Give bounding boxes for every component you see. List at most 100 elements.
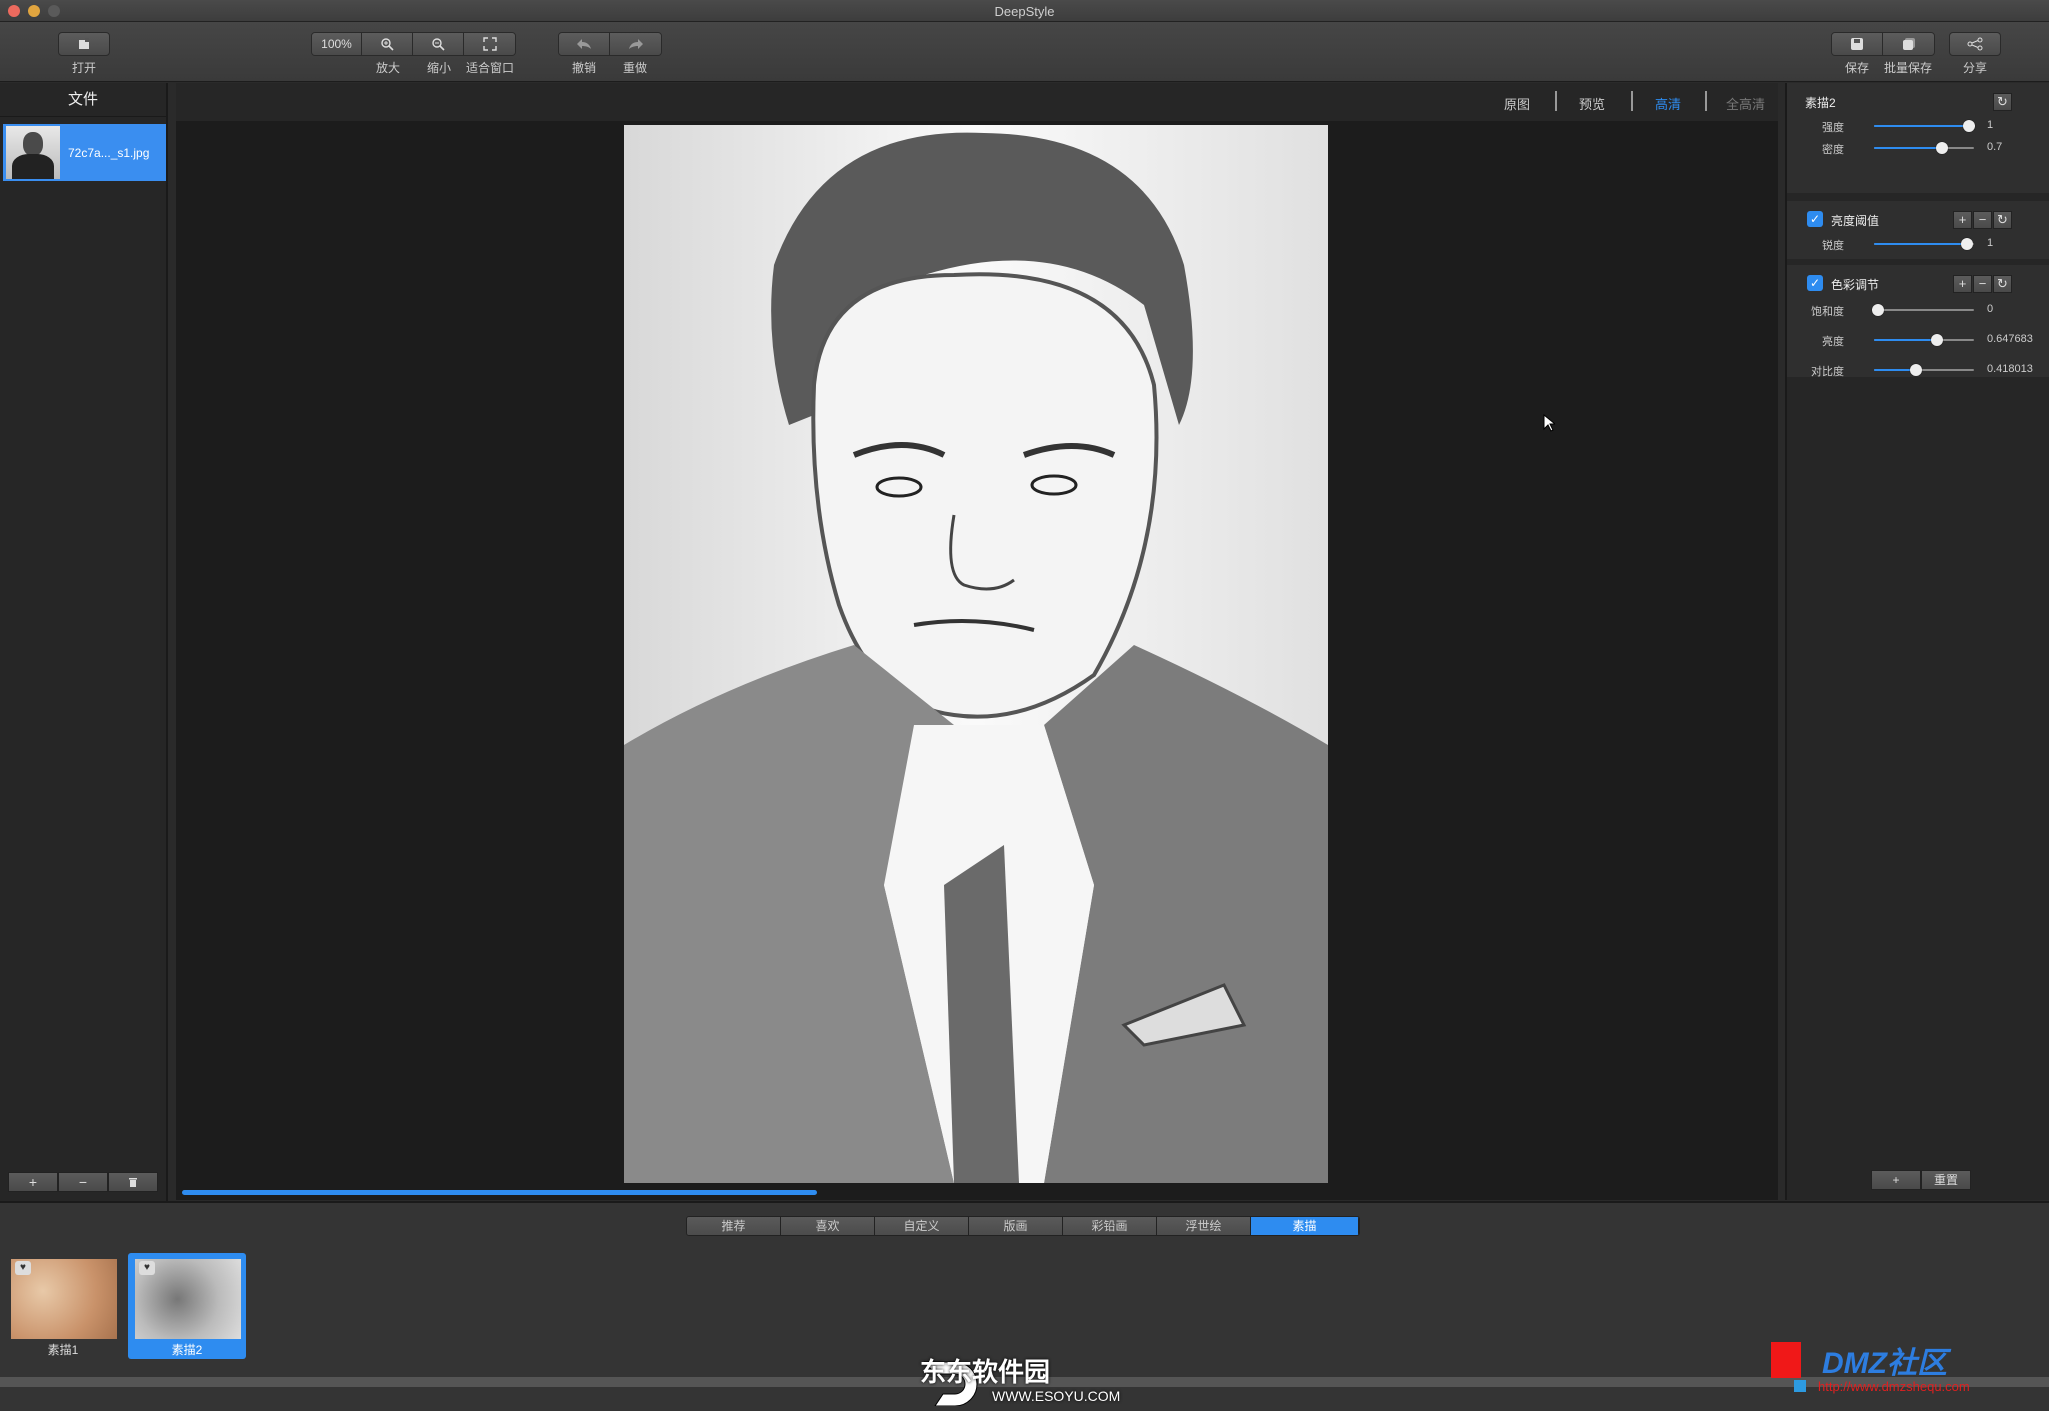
batch-save-button[interactable]: [1883, 33, 1934, 55]
tab-recommended[interactable]: 推荐: [687, 1217, 781, 1235]
intensity-value: 1: [1987, 119, 1994, 131]
color-adjust-checkbox[interactable]: ✓: [1807, 275, 1823, 291]
mouse-cursor-icon: [1543, 414, 1555, 432]
brightness-knob[interactable]: [1931, 334, 1943, 346]
preset-label: 素描2: [171, 1343, 203, 1357]
preset-card[interactable]: ♥ 素描2: [128, 1253, 246, 1359]
save-label: 保存: [1844, 61, 1869, 75]
open-label: 打开: [71, 61, 96, 75]
contrast-slider[interactable]: 对比度 0.418013: [1787, 361, 2049, 379]
open-button[interactable]: [58, 32, 110, 56]
trash-button[interactable]: [108, 1172, 158, 1192]
sharpness-knob[interactable]: [1961, 238, 1973, 250]
saturation-slider[interactable]: 饱和度 0: [1787, 301, 2049, 319]
open-icon: [79, 38, 89, 49]
tab-colored-pencil[interactable]: 彩铅画: [1063, 1217, 1157, 1235]
trash-icon: [129, 1178, 137, 1187]
batch-save-label: 批量保存: [1883, 61, 1932, 75]
tab-sketch[interactable]: 素描: [1251, 1217, 1359, 1235]
preset-label: 素描1: [47, 1343, 79, 1357]
fit-window-label: 适合窗口: [465, 61, 514, 75]
density-value: 0.7: [1987, 141, 2003, 153]
save-icon: [1851, 38, 1863, 50]
brightness-threshold-checkbox[interactable]: ✓: [1807, 211, 1823, 227]
tab-favorites[interactable]: 喜欢: [781, 1217, 875, 1235]
share-label: 分享: [1962, 61, 1987, 75]
tab-print[interactable]: 版画: [969, 1217, 1063, 1235]
color-adjust-section: ✓ 色彩调节 + − ↻ 饱和度 0 亮度 0.647683 对比度 0.418…: [1787, 265, 2049, 379]
add-button[interactable]: +: [1953, 275, 1972, 293]
reset-all-button[interactable]: 重置: [1921, 1170, 1971, 1190]
redo-label: 重做: [622, 61, 647, 75]
tab-hd[interactable]: 高清: [1655, 94, 1681, 113]
brightness-threshold-section: ✓ 亮度阈值 + − ↻ 锐度 1: [1787, 201, 2049, 259]
contrast-knob[interactable]: [1910, 364, 1922, 376]
remove-file-button[interactable]: −: [58, 1172, 108, 1192]
heart-icon[interactable]: ♥: [15, 1261, 31, 1275]
share-button[interactable]: [1949, 32, 2001, 56]
sharpness-value: 1: [1987, 237, 1994, 249]
brightness-label: 亮度: [1822, 336, 1844, 348]
render-progress-bar: [182, 1190, 817, 1195]
density-label: 密度: [1822, 144, 1844, 156]
zoom-in-icon: [381, 38, 394, 51]
style-name: 素描2: [1805, 96, 1836, 110]
add-button[interactable]: +: [1953, 211, 1972, 229]
zoom-value[interactable]: 100%: [312, 33, 362, 55]
density-slider[interactable]: 密度 0.7: [1787, 139, 2049, 157]
main-canvas-area: 原图 预览 高清 全高清: [176, 83, 1778, 1200]
saturation-label: 饱和度: [1811, 306, 1844, 318]
color-adjust-title: 色彩调节: [1831, 278, 1880, 292]
tab-full-hd[interactable]: 全高清: [1726, 94, 1765, 113]
view-mode-bar: 原图 预览 高清 全高清: [176, 83, 1778, 121]
reset-button[interactable]: ↻: [1993, 275, 2012, 293]
tab-preview[interactable]: 预览: [1579, 94, 1605, 113]
sharpness-slider[interactable]: 锐度 1: [1787, 235, 2049, 253]
heart-icon[interactable]: ♥: [139, 1261, 155, 1275]
intensity-label: 强度: [1822, 122, 1844, 134]
file-thumbnail: [6, 126, 60, 179]
add-file-button[interactable]: +: [8, 1172, 58, 1192]
reset-button[interactable]: ↻: [1993, 211, 2012, 229]
intensity-slider[interactable]: 强度 1: [1787, 117, 2049, 135]
sharpness-label: 锐度: [1822, 240, 1844, 252]
density-knob[interactable]: [1936, 142, 1948, 154]
tab-custom[interactable]: 自定义: [875, 1217, 969, 1235]
batch-save-icon: [1902, 38, 1915, 50]
brightness-threshold-title: 亮度阈值: [1831, 214, 1880, 228]
save-button[interactable]: [1832, 33, 1883, 55]
intensity-knob[interactable]: [1963, 120, 1975, 132]
adjust-panel: 素描2 ↻ 强度 1 密度 0.7 ✓ 亮度阈值 + − ↻ 锐度 1 ✓ 色彩…: [1785, 83, 2049, 1200]
sketch-portrait: [624, 125, 1328, 1183]
add-adjustment-button[interactable]: +: [1871, 1170, 1921, 1190]
undo-button[interactable]: [559, 33, 610, 55]
saturation-value: 0: [1987, 303, 1994, 315]
tab-ukiyoe[interactable]: 浮世绘: [1157, 1217, 1251, 1235]
remove-button[interactable]: −: [1973, 211, 1992, 229]
dmz-logo-square: [1794, 1380, 1806, 1392]
redo-button[interactable]: [610, 33, 661, 55]
watermark-right: DMZ社区: [1822, 1347, 1947, 1380]
zoom-in-button[interactable]: [362, 33, 413, 55]
remove-button[interactable]: −: [1973, 275, 1992, 293]
file-panel-header: 文件: [0, 83, 166, 117]
zoom-out-button[interactable]: [413, 33, 464, 55]
preset-card[interactable]: ♥ 素描1: [4, 1253, 122, 1359]
watermark-left-url: WWW.ESOYU.COM: [992, 1388, 1121, 1404]
saturation-knob[interactable]: [1872, 304, 1884, 316]
fit-window-button[interactable]: [464, 33, 515, 55]
undo-icon: [577, 39, 591, 49]
zoom-out-label: 缩小: [426, 61, 451, 75]
window-title: DeepStyle: [994, 4, 1055, 19]
brightness-slider[interactable]: 亮度 0.647683: [1787, 331, 2049, 349]
file-panel-footer: + −: [8, 1172, 158, 1192]
file-panel: 文件 72c7a..._s1.jpg + −: [0, 83, 168, 1203]
file-item[interactable]: 72c7a..._s1.jpg: [3, 124, 166, 181]
fit-window-icon: [482, 37, 497, 51]
reset-style-button[interactable]: ↻: [1993, 93, 2012, 111]
sketch-image: [624, 125, 1328, 1183]
toolbar: 打开 100% 放大 缩小 适合窗口 撤销 重做 保存 批量保存 分享: [0, 22, 2049, 82]
style-category-tabs: 推荐 喜欢 自定义 版画 彩铅画 浮世绘 素描: [686, 1216, 1360, 1236]
tab-original[interactable]: 原图: [1504, 94, 1530, 113]
contrast-label: 对比度: [1811, 366, 1844, 378]
